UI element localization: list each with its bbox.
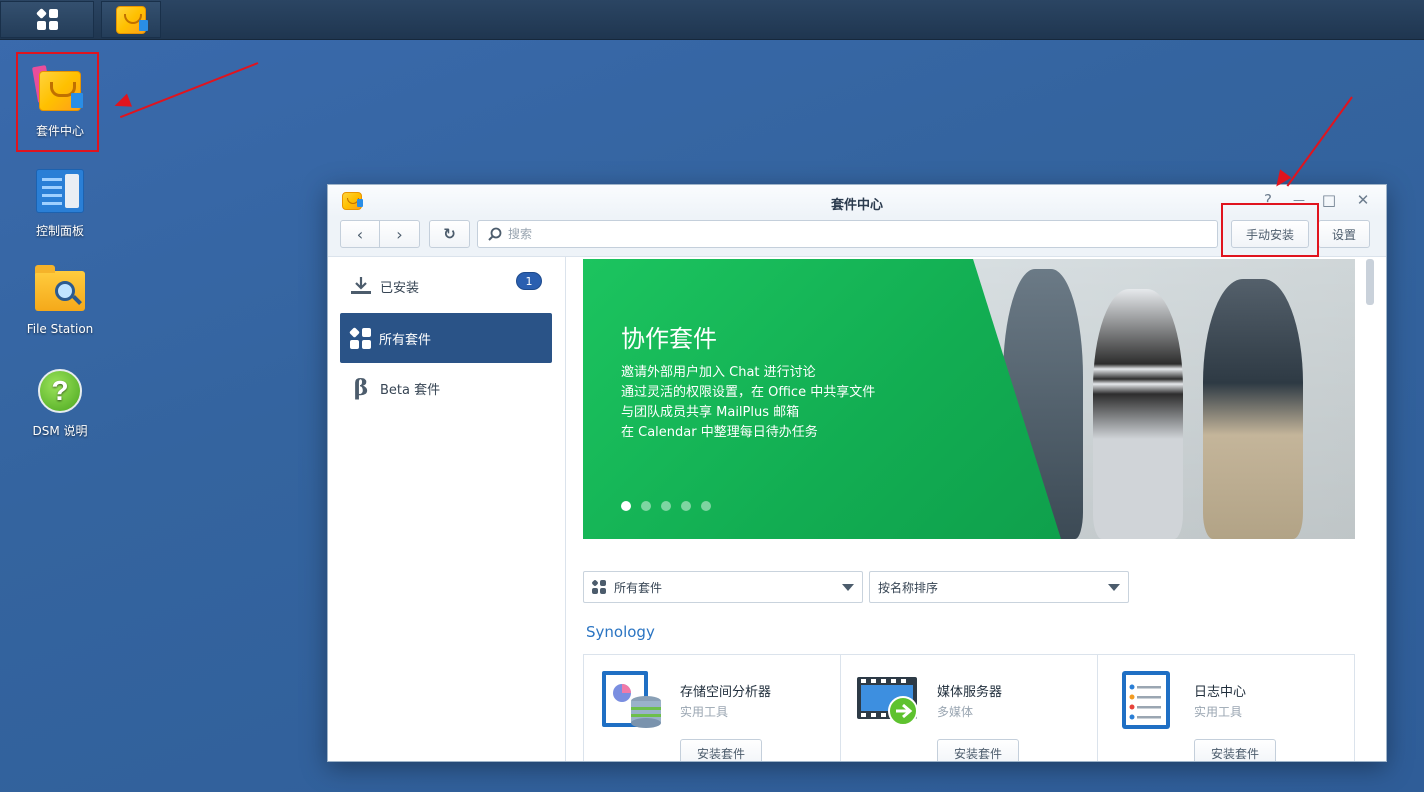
- banner-line: 在 Calendar 中整理每日待办任务: [621, 425, 818, 440]
- log-center-icon: [1122, 671, 1170, 729]
- chevron-down-icon: [1108, 584, 1120, 591]
- package-category: 实用工具: [680, 705, 729, 719]
- sidebar: 已安装 1 所有套件 β Beta 套件: [328, 257, 566, 761]
- close-button[interactable]: ✕: [1353, 191, 1373, 209]
- dsm-help-icon: ?: [38, 369, 82, 413]
- arrow-head-icon: [112, 93, 132, 113]
- package-name: 媒体服务器: [937, 685, 1003, 700]
- desktop-icon-dsm-help[interactable]: ? DSM 说明: [18, 352, 102, 446]
- desktop-icon-label: DSM 说明: [32, 424, 88, 438]
- chevron-left-icon: ‹: [356, 224, 364, 244]
- sidebar-item-label: 所有套件: [379, 332, 432, 348]
- section-title: Synology: [586, 623, 655, 641]
- main-menu-button[interactable]: [0, 1, 94, 38]
- search-icon: [488, 227, 502, 241]
- refresh-button[interactable]: ↻: [429, 220, 470, 248]
- banner-line: 与团队成员共享 MailPlus 邮箱: [621, 405, 800, 420]
- carousel-dot[interactable]: [681, 501, 691, 511]
- all-packages-icon: [349, 326, 371, 349]
- main-content: 协作套件 邀请外部用户加入 Chat 进行讨论 通过灵活的权限设置，在 Offi…: [567, 257, 1386, 761]
- sort-select[interactable]: 按名称排序: [869, 571, 1129, 603]
- beta-icon: β: [353, 375, 369, 401]
- category-select[interactable]: 所有套件: [583, 571, 863, 603]
- package-list: 存储空间分析器 实用工具 安装套件 媒体服务器 多媒体 安装套件 日志中心 实用…: [583, 654, 1355, 761]
- maximize-button[interactable]: □: [1319, 191, 1339, 209]
- package-card[interactable]: 媒体服务器 多媒体 安装套件: [841, 655, 1098, 761]
- desktop-icon-control-panel[interactable]: 控制面板: [18, 152, 102, 246]
- toolbar: ‹ › ↻ 手动安装 设置: [328, 203, 1386, 257]
- carousel-dot[interactable]: [641, 501, 651, 511]
- storage-analyzer-icon: [602, 671, 661, 728]
- banner-line: 通过灵活的权限设置，在 Office 中共享文件: [621, 385, 876, 400]
- package-card[interactable]: 日志中心 实用工具 安装套件: [1098, 655, 1355, 761]
- sidebar-item-label: Beta 套件: [380, 382, 441, 398]
- control-panel-icon: [36, 169, 84, 213]
- back-button[interactable]: ‹: [340, 220, 380, 248]
- chevron-down-icon: [842, 584, 854, 591]
- installed-count-badge: 1: [516, 272, 542, 290]
- sidebar-item-label: 已安装: [380, 280, 420, 296]
- settings-button[interactable]: 设置: [1318, 220, 1370, 248]
- search-input[interactable]: [508, 227, 1188, 241]
- desktop-icon-label: File Station: [26, 322, 94, 336]
- file-station-icon: [35, 265, 85, 311]
- all-packages-icon: [591, 579, 606, 594]
- carousel-dots: [621, 501, 711, 511]
- desktop-icon-label: 控制面板: [35, 224, 84, 238]
- sort-select-value: 按名称排序: [878, 580, 939, 595]
- search-box[interactable]: [477, 220, 1218, 248]
- carousel-dot[interactable]: [621, 501, 631, 511]
- package-category: 多媒体: [937, 705, 974, 719]
- package-center-window: 套件中心 ? — □ ✕ ‹ › ↻ 手动安装 设置: [327, 184, 1387, 762]
- package-category: 实用工具: [1194, 705, 1243, 719]
- desktop-icon-file-station[interactable]: File Station: [18, 252, 102, 346]
- taskbar: [0, 0, 1424, 40]
- install-package-button[interactable]: 安装套件: [1194, 739, 1276, 761]
- media-server-icon: [857, 677, 918, 726]
- sidebar-item-beta[interactable]: β Beta 套件: [340, 363, 552, 413]
- chevron-right-icon: ›: [396, 224, 403, 244]
- carousel-dot[interactable]: [701, 501, 711, 511]
- annotation-arrow: [119, 62, 259, 119]
- banner-title: 协作套件: [621, 325, 717, 353]
- refresh-icon: ↻: [443, 225, 456, 243]
- taskbar-package-center-button[interactable]: [101, 1, 161, 38]
- carousel-dot[interactable]: [661, 501, 671, 511]
- package-name: 日志中心: [1194, 685, 1247, 700]
- banner-line: 邀请外部用户加入 Chat 进行讨论: [621, 365, 816, 380]
- install-package-button[interactable]: 安装套件: [680, 739, 762, 761]
- install-package-button[interactable]: 安装套件: [937, 739, 1019, 761]
- forward-button[interactable]: ›: [380, 220, 420, 248]
- highlight-box: [1221, 203, 1319, 257]
- sidebar-item-all-packages[interactable]: 所有套件: [340, 313, 552, 363]
- package-name: 存储空间分析器: [680, 685, 772, 700]
- scrollbar[interactable]: [1366, 259, 1374, 305]
- package-center-icon: [116, 5, 148, 34]
- promo-banner[interactable]: 协作套件 邀请外部用户加入 Chat 进行讨论 通过灵活的权限设置，在 Offi…: [583, 259, 1355, 539]
- highlight-box: [16, 52, 99, 152]
- sidebar-item-installed[interactable]: 已安装 1: [340, 261, 552, 311]
- annotation-arrow: [1286, 96, 1353, 187]
- main-menu-icon: [35, 8, 58, 30]
- package-card[interactable]: 存储空间分析器 实用工具 安装套件: [584, 655, 841, 761]
- category-select-value: 所有套件: [614, 580, 663, 595]
- download-icon: [351, 277, 371, 294]
